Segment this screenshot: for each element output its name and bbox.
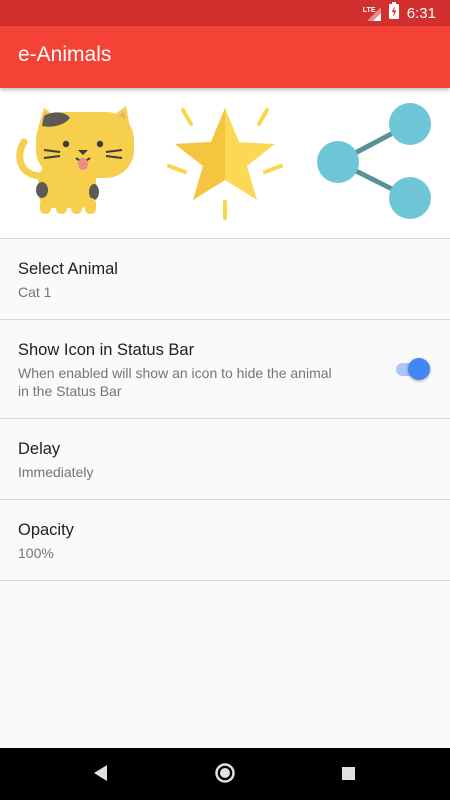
clock: 6:31 xyxy=(406,4,436,22)
pref-summary: Cat 1 xyxy=(18,284,52,300)
divider xyxy=(0,580,450,581)
pref-summary: 100% xyxy=(18,545,54,561)
battery-icon xyxy=(388,2,399,24)
hero-banner xyxy=(0,88,450,238)
navigation-bar xyxy=(0,748,450,800)
pref-summary-line: in the Status Bar xyxy=(18,383,122,399)
pref-show-icon-status-bar[interactable]: Show Icon in Status Bar When enabled wil… xyxy=(0,320,450,418)
status-icons: LTE 6:31 xyxy=(363,0,436,26)
recents-button[interactable] xyxy=(340,765,358,783)
toggle-thumb xyxy=(408,358,430,380)
app-bar: e-Animals xyxy=(0,26,450,88)
pref-title: Delay xyxy=(18,440,61,458)
pref-title: Opacity xyxy=(18,521,74,539)
pref-summary: Immediately xyxy=(18,464,94,480)
share-icon xyxy=(317,103,431,219)
screen: LTE 6:31 e-Animals Select Animal Cat 1 S… xyxy=(0,0,450,800)
pref-title: Show Icon in Status Bar xyxy=(18,341,195,359)
pref-summary-line: When enabled will show an icon to hide t… xyxy=(18,365,332,381)
cat-icon xyxy=(16,106,134,214)
pref-title: Select Animal xyxy=(18,260,118,278)
pref-delay[interactable]: Delay Immediately xyxy=(0,419,450,499)
back-button[interactable] xyxy=(91,762,111,784)
home-button[interactable] xyxy=(213,761,237,785)
signal-icon: LTE xyxy=(363,4,381,22)
status-bar: LTE 6:31 xyxy=(0,0,450,26)
pref-opacity[interactable]: Opacity 100% xyxy=(0,500,450,580)
app-title: e-Animals xyxy=(18,43,112,66)
status-bar-icon-toggle[interactable] xyxy=(394,358,430,380)
star-icon xyxy=(167,108,283,220)
pref-select-animal[interactable]: Select Animal Cat 1 xyxy=(0,239,450,319)
